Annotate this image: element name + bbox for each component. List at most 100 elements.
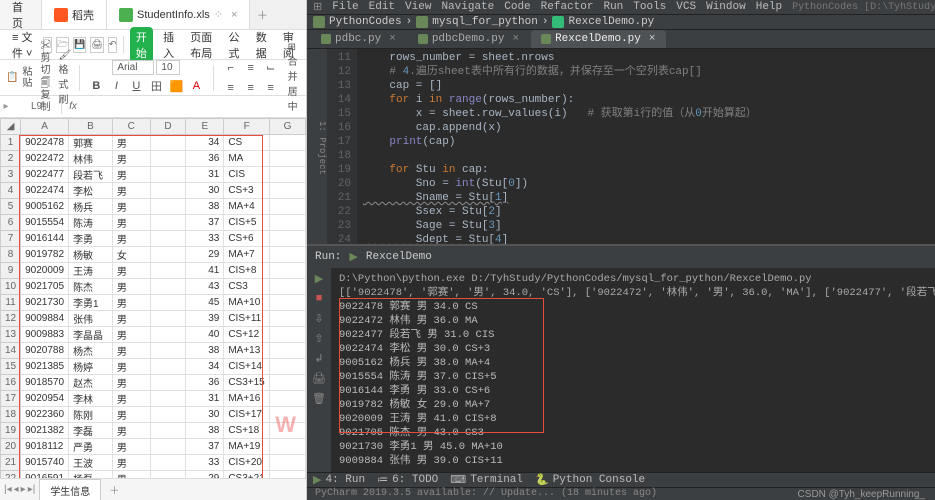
cell[interactable]: 9016591 [21,471,69,479]
align-top[interactable]: ⌐ [222,59,240,77]
row-header[interactable]: 22 [1,471,21,479]
cell[interactable]: 9021705 [21,279,69,295]
row-header[interactable]: 19 [1,423,21,439]
cell[interactable]: 9022478 [21,135,69,151]
terminal-tool[interactable]: ⌨ Terminal [450,473,523,487]
cell[interactable]: 39 [186,311,224,327]
align-mid[interactable]: ≡ [242,59,260,77]
cell[interactable]: 9021382 [21,423,69,439]
cell[interactable]: 9018570 [21,375,69,391]
cell[interactable] [270,263,306,279]
cell[interactable]: 30 [186,407,224,423]
cell[interactable]: 男 [112,407,150,423]
cell[interactable] [150,279,186,295]
menu-refactor[interactable]: Refactor [541,1,594,13]
cell[interactable]: MA+13 [224,343,270,359]
border-button[interactable]: 田 [147,77,165,95]
table-row[interactable]: 79016144李勇男33CS+6 [1,231,306,247]
cell[interactable]: 37 [186,439,224,455]
cell[interactable] [150,199,186,215]
bold-button[interactable]: B [87,77,105,95]
close-icon[interactable]: × [231,9,237,21]
cell[interactable]: 33 [186,455,224,471]
add-sheet-button[interactable]: ＋ [101,479,127,500]
align-right[interactable]: ≡ [262,79,280,97]
table-row[interactable]: 209018112严勇男37MA+19 [1,439,306,455]
cell[interactable]: 男 [112,391,150,407]
cell[interactable] [150,135,186,151]
cell[interactable]: 王涛 [69,263,113,279]
menu-data[interactable]: 数据 [250,27,273,63]
cell[interactable] [150,295,186,311]
underline-button[interactable]: U [127,77,145,95]
cell[interactable]: 陈刚 [69,407,113,423]
spreadsheet-grid[interactable]: ◢ABCDEFG19022478郭赛男34CS29022472林伟男36MA39… [0,118,306,478]
row-header[interactable]: 4 [1,183,21,199]
clear-button[interactable]: 🗑 [312,392,326,406]
cell[interactable]: 男 [112,295,150,311]
cell[interactable]: MA+4 [224,199,270,215]
toolbtn-undo[interactable]: ↶ [108,37,118,53]
cell[interactable]: CS+3 [224,183,270,199]
cell[interactable]: 张伟 [69,311,113,327]
cell[interactable]: 男 [112,215,150,231]
align-bot[interactable]: ⌙ [262,59,280,77]
cell[interactable]: MA+16 [224,391,270,407]
cell[interactable]: 王波 [69,455,113,471]
cell[interactable] [270,183,306,199]
cell[interactable] [270,135,306,151]
table-row[interactable]: 179020954李林男31MA+16 [1,391,306,407]
table-row[interactable]: 199021382李磊男38CS+18 [1,423,306,439]
row-header[interactable]: 17 [1,391,21,407]
fill-color-button[interactable]: 🟧 [167,77,185,95]
cell[interactable]: 30 [186,183,224,199]
editor-tab-rexceldemo[interactable]: RexcelDemo.py× [531,30,665,48]
cell[interactable]: 34 [186,359,224,375]
home-tab[interactable]: 首页 [0,0,42,29]
table-row[interactable]: 29022472林伟男36MA [1,151,306,167]
cell[interactable]: 34 [186,135,224,151]
row-header[interactable]: 5 [1,199,21,215]
cell[interactable] [150,423,186,439]
row-header[interactable]: 6 [1,215,21,231]
editor-tab-pdbcdemo[interactable]: pdbcDemo.py× [408,30,529,48]
cell[interactable]: 杨兵 [69,199,113,215]
table-row[interactable]: 109021705陈杰男43CS3 [1,279,306,295]
cell[interactable]: 李松 [69,183,113,199]
cell[interactable]: CS [224,135,270,151]
cell[interactable]: 33 [186,231,224,247]
cell[interactable]: 9020954 [21,391,69,407]
sheet-tab[interactable]: 学生信息 [39,479,101,500]
code-editor[interactable]: 1: Project 7: Structure 2: Favorites 111… [307,49,935,244]
cell[interactable] [270,215,306,231]
up-button[interactable]: ⇧ [312,332,326,346]
cell[interactable] [270,343,306,359]
cell[interactable]: 38 [186,343,224,359]
cell[interactable] [270,295,306,311]
cell[interactable] [150,471,186,479]
menu-run[interactable]: Run [603,1,623,13]
table-row[interactable]: 129009884张伟男39CIS+11 [1,311,306,327]
cell[interactable]: 43 [186,279,224,295]
menu-code[interactable]: Code [504,1,530,13]
menu-help[interactable]: Help [756,1,782,13]
cell[interactable]: 林伟 [69,151,113,167]
row-header[interactable]: 2 [1,151,21,167]
cell[interactable]: 9020009 [21,263,69,279]
project-tool[interactable]: 1: Project [317,121,327,175]
cell[interactable] [270,231,306,247]
table-row[interactable]: 99020009王涛男41CIS+8 [1,263,306,279]
cell[interactable]: 杨杰 [69,343,113,359]
align-center[interactable]: ≡ [242,79,260,97]
cell[interactable] [150,375,186,391]
cell[interactable]: 9019782 [21,247,69,263]
doc-tab-daoke[interactable]: 稻壳 [42,0,107,29]
cell[interactable]: CS3 [224,279,270,295]
cell[interactable]: 36 [186,375,224,391]
cell[interactable]: 李晶晶 [69,327,113,343]
menu-layout[interactable]: 页面布局 [184,27,218,63]
menu-vcs[interactable]: VCS [676,1,696,13]
todo-tool[interactable]: ≔ 6: TODO [377,473,438,487]
stop-button[interactable]: ■ [312,292,326,306]
col-header[interactable]: F [224,119,270,135]
